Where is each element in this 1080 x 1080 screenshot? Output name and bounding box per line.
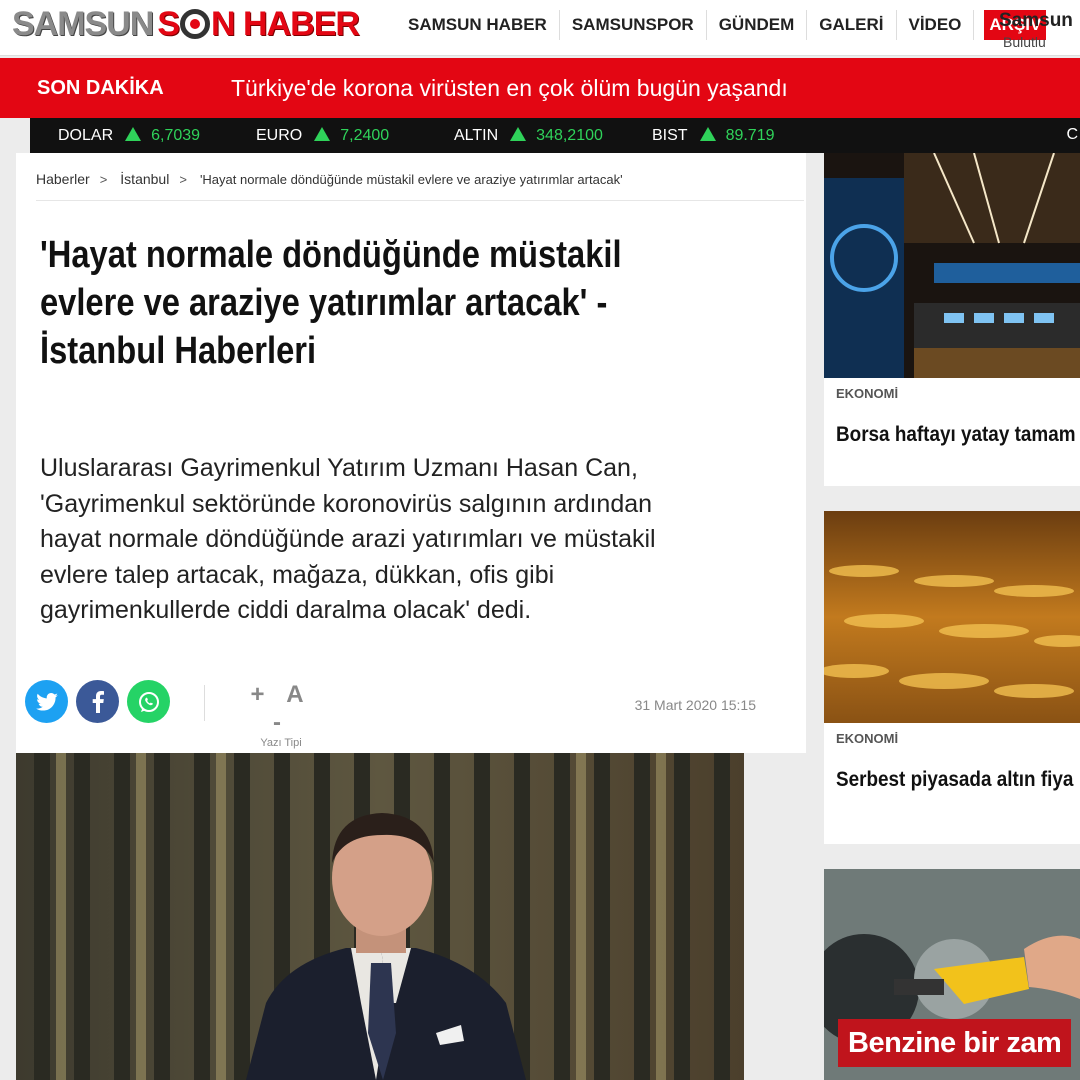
- breaking-news-label: SON DAKİKA: [37, 77, 164, 99]
- sidebar-news-image: Benzine bir zam: [824, 869, 1080, 1080]
- breadcrumb-separator: >: [179, 171, 187, 187]
- ticker-value: 348,2100: [536, 126, 603, 144]
- arrow-up-icon: [699, 127, 716, 141]
- article-photo: [16, 753, 744, 1080]
- divider: [36, 200, 804, 201]
- breaking-news-bar: SON DAKİKA Türkiye'de korona virüsten en…: [0, 58, 1080, 118]
- gold-image: [824, 511, 1080, 723]
- sidebar-news-image: [824, 511, 1080, 723]
- logo-eye-icon: [180, 9, 211, 39]
- article-summary-line: gayrimenkullerde ciddi daralma olacak' d…: [40, 596, 532, 624]
- photo-portrait-image: [16, 753, 744, 1080]
- sidebar-news-overlay-text[interactable]: Benzine bir zam: [848, 1027, 1062, 1060]
- article-summary-line: 'Gayrimenkul sektöründe koronovirüs salg…: [40, 489, 653, 518]
- ticker-item-dolar[interactable]: DOLAR 6,7039: [30, 118, 228, 153]
- article-title-line: 'Hayat normale döndüğünde müstakil: [40, 234, 622, 276]
- stock-exchange-image: [824, 153, 1080, 378]
- ticker-name: ALTIN: [454, 126, 499, 144]
- font-size-label: Yazı Tipi: [260, 737, 302, 749]
- arrow-up-icon: [125, 127, 142, 141]
- weather-condition: Bulutlu: [1003, 34, 1046, 50]
- sidebar-news-image: [824, 153, 1080, 378]
- page: SAMSUN S N HABER SAMSUN HABER SAMSUNSPOR…: [0, 0, 1080, 1080]
- sidebar-news-card[interactable]: EKONOMİ Borsa haftayı yatay tamam: [824, 153, 1080, 486]
- logo-text-s: S: [157, 4, 180, 43]
- sidebar-news-card[interactable]: Benzine bir zam: [824, 869, 1080, 1080]
- top-header: SAMSUN S N HABER SAMSUN HABER SAMSUNSPOR…: [0, 0, 1080, 56]
- sidebar-news-title[interactable]: Borsa haftayı yatay tamam: [836, 423, 1076, 447]
- arrow-up-icon: [314, 127, 331, 141]
- ticker-value: 6,7039: [151, 126, 201, 144]
- site-logo[interactable]: SAMSUN S N HABER: [12, 4, 360, 43]
- sidebar-news-overlay: Benzine bir zam: [838, 1019, 1072, 1067]
- article-summary-line: evlere talep artacak, mağaza, dükkan, of…: [40, 560, 555, 589]
- breadcrumb-item-istanbul[interactable]: İstanbul: [120, 171, 169, 187]
- market-ticker: DOLAR 6,7039 EURO 7,2400 ALTIN 348,2100 …: [30, 118, 1080, 153]
- breadcrumb-current: 'Hayat normale döndüğünde müstakil evler…: [199, 171, 623, 187]
- ticker-name: EURO: [256, 126, 303, 144]
- ticker-name: DOLAR: [58, 126, 114, 144]
- nav-item-galeri[interactable]: GALERİ: [807, 10, 897, 40]
- article-summary-line: hayat normale döndüğünde arazi yatırımla…: [40, 525, 656, 553]
- share-buttons: [25, 680, 178, 723]
- article-title-line: İstanbul Haberleri: [40, 330, 317, 372]
- article-title-line: evlere ve araziye yatırımlar artacak' -: [40, 282, 608, 324]
- twitter-icon: [35, 692, 58, 711]
- weather-widget[interactable]: Samsun Bulutlu: [999, 10, 1073, 50]
- breadcrumb: Haberler > İstanbul > 'Hayat normale dön…: [36, 171, 623, 187]
- font-size-buttons[interactable]: + A -: [246, 681, 316, 737]
- ticker-item-truncated[interactable]: C: [1066, 126, 1078, 144]
- whatsapp-share-button[interactable]: [127, 680, 170, 723]
- sidebar-news-category: EKONOMİ: [836, 731, 899, 746]
- ticker-item-altin[interactable]: ALTIN 348,2100: [426, 118, 624, 153]
- logo-text-samsun: SAMSUN: [12, 4, 154, 43]
- nav-item-gundem[interactable]: GÜNDEM: [707, 10, 808, 40]
- sidebar-news-category: EKONOMİ: [836, 386, 899, 401]
- article-summary: Uluslararası Gayrimenkul Yatırım Uzmanı …: [40, 451, 785, 629]
- nav-item-samsunspor[interactable]: SAMSUNSPOR: [560, 10, 707, 40]
- breadcrumb-separator: >: [99, 171, 108, 187]
- font-size-control[interactable]: + A - Yazı Tipi: [246, 681, 316, 749]
- nav-item-video[interactable]: VİDEO: [897, 10, 975, 40]
- ticker-item-bist[interactable]: BIST 89.719: [624, 118, 822, 153]
- twitter-share-button[interactable]: [25, 680, 68, 723]
- sidebar-news-title[interactable]: Serbest piyasada altın fiya: [836, 768, 1073, 792]
- facebook-icon: [92, 690, 104, 713]
- breaking-news-headline[interactable]: Türkiye'de korona virüsten en çok ölüm b…: [231, 75, 788, 102]
- main-nav: SAMSUN HABER SAMSUNSPOR GÜNDEM GALERİ Vİ…: [396, 8, 1047, 42]
- breadcrumb-item-haberler[interactable]: Haberler: [36, 171, 90, 187]
- ticker-value: 89.719: [725, 126, 775, 144]
- nav-item-samsun-haber[interactable]: SAMSUN HABER: [396, 10, 560, 40]
- facebook-share-button[interactable]: [76, 680, 119, 723]
- logo-text-nhaber: N HABER: [211, 4, 360, 43]
- ticker-item-euro[interactable]: EURO 7,2400: [228, 118, 426, 153]
- article-summary-line: Uluslararası Gayrimenkul Yatırım Uzmanı …: [40, 454, 638, 482]
- sidebar-news-card[interactable]: EKONOMİ Serbest piyasada altın fiya: [824, 511, 1080, 844]
- divider: [204, 685, 205, 721]
- ticker-name: BIST: [652, 126, 688, 144]
- article-card: Haberler > İstanbul > 'Hayat normale dön…: [16, 153, 806, 753]
- weather-city: Samsun: [999, 10, 1073, 31]
- arrow-up-icon: [510, 127, 527, 141]
- publish-date: 31 Mart 2020 15:15: [634, 697, 756, 713]
- whatsapp-icon: [138, 691, 159, 712]
- ticker-value: 7,2400: [340, 126, 390, 144]
- article-title: 'Hayat normale döndüğünde müstakil evler…: [40, 231, 780, 375]
